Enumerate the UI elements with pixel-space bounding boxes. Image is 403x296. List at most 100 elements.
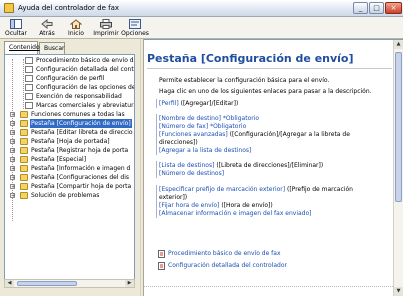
- tree-item-label: Pestaña [Registrar hoja de porta: [31, 147, 129, 154]
- tree-item[interactable]: Configuración de perfil: [5, 74, 134, 83]
- tree-item[interactable]: + Pestaña [Hoja de portada]: [5, 137, 134, 146]
- link-line[interactable]: [Agregar a la lista de destinos]: [159, 147, 251, 154]
- related-link-label[interactable]: Configuración detallada del controlador: [168, 262, 287, 269]
- store-fax-info-link[interactable]: [Almacenar información e imagen del fax …: [159, 210, 312, 217]
- minimize-button[interactable]: _: [353, 2, 368, 14]
- print-button[interactable]: Imprimir: [93, 19, 119, 37]
- tree-item[interactable]: + Pestaña [Compartir hoja de porta: [5, 182, 134, 191]
- scroll-left-arrow-icon[interactable]: ◀: [5, 280, 14, 287]
- link-note: ([Hora de envío]): [219, 202, 273, 209]
- profile-link[interactable]: [Perfil]: [159, 100, 179, 107]
- dial-prefix-link[interactable]: [Especificar prefijo de marcación exteri…: [159, 186, 285, 193]
- folder-icon: [20, 183, 28, 190]
- help-page-icon: [158, 250, 165, 258]
- tree-item-label: Procedimiento básico de envío de: [36, 57, 135, 64]
- advanced-functions-link[interactable]: [Funciones avanzadas]: [159, 131, 228, 138]
- fax-number-link[interactable]: [Número de fax] *Obligatorio: [159, 123, 246, 130]
- tab-contenido-label: Contenido: [9, 44, 40, 51]
- expand-toggle[interactable]: +: [10, 130, 15, 136]
- link-line[interactable]: [Número de destinos]: [159, 170, 224, 177]
- maximize-button[interactable]: □: [369, 2, 384, 14]
- tab-contenido[interactable]: Contenido: [4, 41, 40, 54]
- link-group-bar: [156, 185, 157, 218]
- link-group-bar: [156, 99, 157, 108]
- home-button[interactable]: Inicio: [66, 19, 86, 37]
- tree-item-label: Pestaña [Hoja de portada]: [31, 138, 110, 145]
- link-line[interactable]: [Especificar prefijo de marcación exteri…: [159, 186, 353, 193]
- navigation-pane: Contenido Buscar Procedimiento básico de…: [0, 39, 140, 296]
- title-divider: [147, 68, 392, 69]
- send-time-link[interactable]: [Fijar hora de envío]: [159, 202, 219, 209]
- page-icon: [25, 93, 33, 100]
- link-line[interactable]: [Nombre de destino] *Obligatorio: [159, 115, 259, 122]
- destination-name-link[interactable]: [Nombre de destino] *Obligatorio: [159, 115, 259, 122]
- tree-item[interactable]: + Pestaña [Especial]: [5, 155, 134, 164]
- link-group-bar: [156, 114, 157, 155]
- tree-item[interactable]: + Solución de problemas: [5, 191, 134, 200]
- content-vertical-scrollbar[interactable]: ▲ ▼: [393, 40, 403, 296]
- scroll-down-arrow-icon[interactable]: ▼: [394, 287, 403, 296]
- tree-horizontal-scrollbar[interactable]: ◀ ▶: [4, 279, 135, 288]
- tree-item-label: Configuración de las opciones de: [36, 84, 135, 91]
- page-icon: [25, 57, 33, 64]
- link-line[interactable]: [Lista de destinos] ([Libreta de direcci…: [159, 162, 323, 169]
- expand-toggle[interactable]: +: [10, 175, 15, 181]
- scroll-up-arrow-icon[interactable]: ▲: [394, 40, 403, 49]
- content-pane: Pestaña [Configuración de envío] Permite…: [144, 39, 403, 296]
- horizontal-scroll-thumb[interactable]: [17, 281, 77, 286]
- folder-icon: [20, 174, 28, 181]
- tree-item[interactable]: Marcas comerciales y abreviatura: [5, 101, 134, 110]
- help-page-icon: [158, 262, 165, 270]
- tree-item-label: Pestaña [Especial]: [31, 156, 87, 163]
- expand-toggle[interactable]: +: [10, 112, 15, 118]
- options-icon: [129, 19, 141, 29]
- back-arrow-icon: [41, 19, 53, 29]
- tree-item[interactable]: + Pestaña [Registrar hoja de porta: [5, 146, 134, 155]
- destination-list-link[interactable]: [Lista de destinos]: [159, 162, 214, 169]
- link-line[interactable]: [Funciones avanzadas] ([Configuración]/[…: [159, 131, 350, 138]
- tree-item[interactable]: + Pestaña [Información e imagen d: [5, 164, 134, 173]
- close-button[interactable]: ×: [385, 2, 402, 14]
- link-note: ([Libreta de direcciones]/[Eliminar]): [214, 162, 324, 169]
- folder-icon: [20, 138, 28, 145]
- expand-toggle[interactable]: +: [10, 184, 15, 190]
- back-button[interactable]: Atrás: [37, 19, 57, 37]
- tab-buscar-label: Buscar: [44, 45, 65, 52]
- expand-toggle[interactable]: +: [10, 148, 15, 154]
- number-of-destinations-link[interactable]: [Número de destinos]: [159, 170, 224, 177]
- expand-toggle[interactable]: +: [10, 121, 15, 127]
- tree-item[interactable]: Configuración detallada del contr: [5, 65, 134, 74]
- link-group-bar: [156, 161, 157, 178]
- tree-item[interactable]: Configuración de las opciones de: [5, 83, 135, 92]
- scroll-right-arrow-icon[interactable]: ▶: [125, 280, 134, 287]
- vertical-scroll-thumb[interactable]: [395, 52, 402, 202]
- home-label: Inicio: [68, 30, 84, 37]
- expand-toggle[interactable]: +: [10, 166, 15, 172]
- tree-item-label: Funciones comunes a todas las: [31, 111, 125, 118]
- link-line[interactable]: [Almacenar información e imagen del fax …: [159, 210, 312, 217]
- options-button[interactable]: Opciones: [121, 19, 149, 37]
- tree-item[interactable]: + Pestaña [Configuraciones del dis: [5, 173, 134, 182]
- tree-item-label: Exención de responsabilidad: [36, 93, 122, 100]
- toolbar: Ocultar Atrás Inicio Imprimir Opciones: [0, 17, 403, 39]
- tree-item[interactable]: + Pestaña [Editar libreta de direccio: [5, 128, 134, 137]
- link-line[interactable]: [Número de fax] *Obligatorio: [159, 123, 246, 130]
- tree-item[interactable]: Procedimiento básico de envío de: [5, 56, 135, 65]
- expand-toggle[interactable]: +: [10, 157, 15, 163]
- related-link-label[interactable]: Procedimiento básico de envío de fax: [168, 250, 281, 257]
- link-line[interactable]: [Perfil] ([Agregar]/[Editar]): [159, 100, 238, 107]
- tree-item[interactable]: + Funciones comunes a todas las: [5, 110, 134, 119]
- instruction-text: Haga clic en uno de los siguientes enlac…: [159, 88, 372, 95]
- link-note: direcciones]): [159, 139, 198, 146]
- add-to-destination-list-link[interactable]: [Agregar a la lista de destinos]: [159, 147, 251, 154]
- tree-item-selected[interactable]: + Pestaña [Configuración de envío]: [5, 119, 134, 128]
- link-line: exterior]): [159, 194, 187, 201]
- tab-buscar[interactable]: Buscar: [39, 42, 65, 54]
- expand-toggle[interactable]: +: [10, 139, 15, 145]
- link-line[interactable]: [Fijar hora de envío] ([Hora de envío]): [159, 202, 273, 209]
- hide-button[interactable]: Ocultar: [4, 19, 28, 37]
- tree-item-label: Pestaña [Compartir hoja de porta: [31, 183, 132, 190]
- tree-item[interactable]: Exención de responsabilidad: [5, 92, 134, 101]
- tree-item-label: Pestaña [Configuraciones del dis: [31, 174, 130, 181]
- expand-toggle[interactable]: +: [10, 193, 15, 199]
